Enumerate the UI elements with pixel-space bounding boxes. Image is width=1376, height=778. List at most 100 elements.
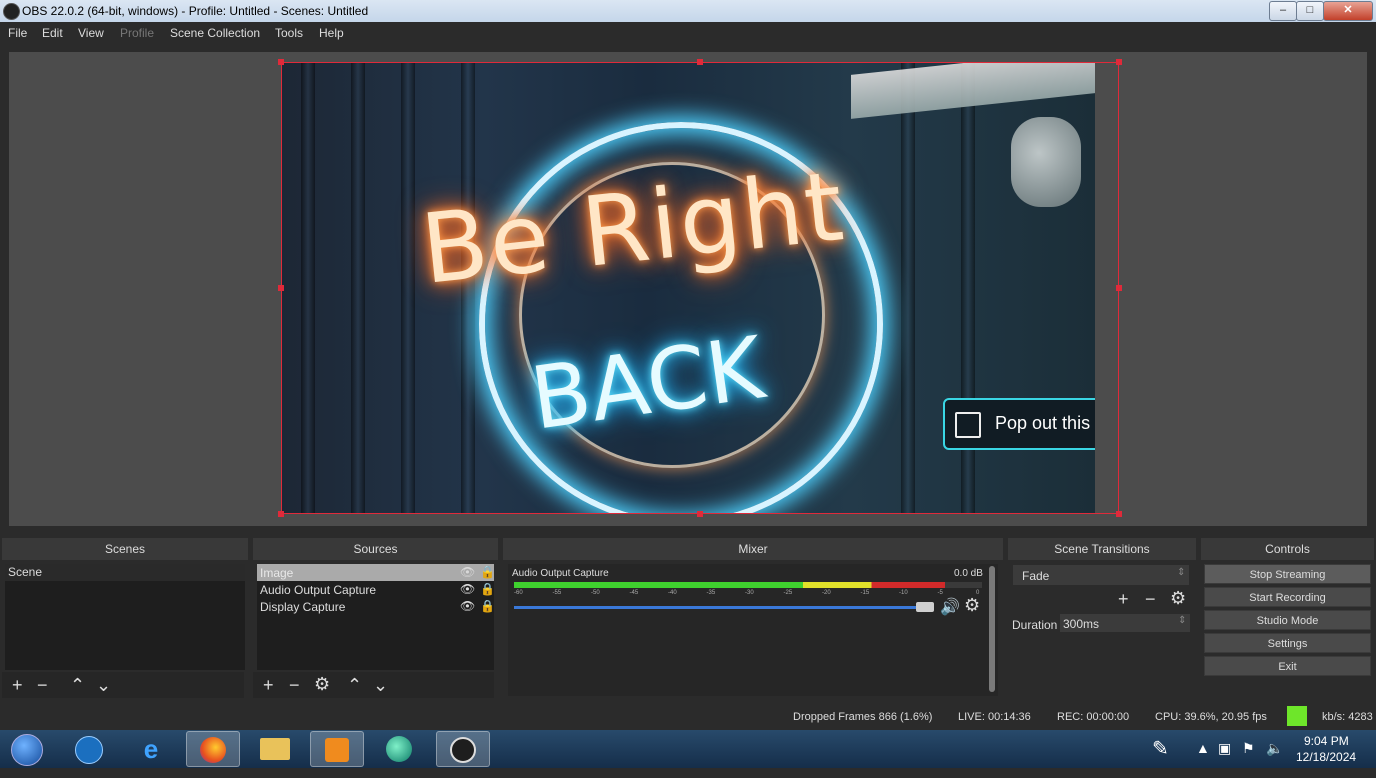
source-label: Image <box>260 566 294 580</box>
close-button[interactable]: ✕ <box>1323 1 1373 21</box>
exit-button[interactable]: Exit <box>1204 656 1371 676</box>
arrow-down-icon[interactable]: ⌄ <box>96 676 111 694</box>
plus-icon[interactable]: + <box>12 676 23 694</box>
title-bar: OBS 22.0.2 (64-bit, windows) - Profile: … <box>0 0 1376 22</box>
resize-handle[interactable] <box>1116 511 1122 517</box>
duration-value: 300ms <box>1063 617 1100 631</box>
flag-icon[interactable]: ⚑ <box>1242 740 1255 757</box>
resize-handle[interactable] <box>697 511 703 517</box>
mixer-scrollbar-thumb[interactable] <box>989 566 995 692</box>
audio-meter-level <box>514 582 945 588</box>
taskbar: e ✎ ▲ ▣ ⚑ 🔈 9:04 PM 12/18/2024 <box>0 730 1376 768</box>
source-selection-border[interactable] <box>281 62 1119 514</box>
mixer-dock: Mixer Audio Output Capture 0.0 dB -60 -5… <box>503 538 1003 700</box>
scene-item[interactable]: Scene <box>5 564 245 581</box>
minus-icon[interactable]: − <box>37 676 48 694</box>
network-icon[interactable]: ▣ <box>1218 740 1231 757</box>
arrow-up-icon[interactable]: ⌃ <box>347 676 362 694</box>
gear-icon[interactable]: ⚙ <box>964 595 980 616</box>
menu-view[interactable]: View <box>78 26 104 40</box>
controls-title: Controls <box>1201 538 1374 560</box>
menu-edit[interactable]: Edit <box>42 26 63 40</box>
show-hidden-icons-icon[interactable]: ▲ <box>1196 740 1210 756</box>
speaker-icon[interactable]: 🔊 <box>940 597 960 617</box>
stream-health-indicator <box>1287 706 1307 726</box>
eye-icon[interactable]: 👁 <box>460 565 475 579</box>
plus-icon[interactable]: + <box>263 676 274 694</box>
resize-handle[interactable] <box>1116 285 1122 291</box>
mixer-track-name: Audio Output Capture <box>512 568 609 579</box>
menu-profile[interactable]: Profile <box>120 26 154 40</box>
explorer-icon[interactable] <box>248 731 302 767</box>
menu-help[interactable]: Help <box>319 26 344 40</box>
resize-handle[interactable] <box>1116 59 1122 65</box>
resize-handle[interactable] <box>697 59 703 65</box>
eye-icon[interactable]: 👁 <box>460 582 475 596</box>
mixer-panel: Audio Output Capture 0.0 dB -60 -55 -50 … <box>508 564 998 696</box>
eye-icon[interactable]: 👁 <box>460 599 475 613</box>
action-center-icon[interactable]: ✎ <box>1152 736 1169 761</box>
transition-select[interactable]: Fade ⇕ <box>1013 565 1189 585</box>
folder-icon <box>260 738 290 760</box>
meter-tick: -55 <box>552 590 562 596</box>
source-item-image[interactable]: Image 👁 🔒 <box>257 564 495 581</box>
menu-file[interactable]: File <box>8 26 27 40</box>
sources-dock: Sources Image 👁 🔒 Audio Output Capture 👁… <box>253 538 498 700</box>
start-recording-button[interactable]: Start Recording <box>1204 587 1371 607</box>
obs-icon[interactable] <box>436 731 490 767</box>
stop-streaming-button[interactable]: Stop Streaming <box>1204 564 1371 584</box>
minimize-button[interactable]: – <box>1269 1 1297 21</box>
clock-time[interactable]: 9:04 PM <box>1304 734 1349 748</box>
duration-spinbox[interactable]: 300ms ⇕ <box>1060 614 1190 632</box>
minus-icon[interactable]: − <box>1145 590 1156 608</box>
lock-icon[interactable]: 🔒 <box>480 582 495 596</box>
studio-mode-button[interactable]: Studio Mode <box>1204 610 1371 630</box>
spin-arrows-icon[interactable]: ⇕ <box>1178 615 1186 626</box>
meter-tick: -45 <box>629 590 639 596</box>
volume-slider-handle[interactable] <box>916 602 934 612</box>
menu-bar: File Edit View Profile Scene Collection … <box>0 22 1376 44</box>
mixer-scrollbar[interactable] <box>989 566 995 692</box>
settings-button[interactable]: Settings <box>1204 633 1371 653</box>
resize-handle[interactable] <box>278 285 284 291</box>
globe-app-icon[interactable] <box>372 731 426 767</box>
gear-icon[interactable]: ⚙ <box>1170 589 1186 607</box>
meter-tick: -25 <box>783 590 793 596</box>
meter-tick: -50 <box>591 590 600 596</box>
sources-title: Sources <box>253 538 498 560</box>
meter-scale: -60 -55 -50 -45 -40 -35 -30 -25 -20 -15 … <box>514 590 982 600</box>
volume-icon[interactable]: 🔈 <box>1266 740 1283 757</box>
dropped-frames: Dropped Frames 866 (1.6%) <box>793 711 933 723</box>
start-orb[interactable] <box>0 731 54 767</box>
arrow-up-icon[interactable]: ⌃ <box>70 676 85 694</box>
resize-handle[interactable] <box>278 59 284 65</box>
duration-label: Duration <box>1012 618 1058 632</box>
obs-logo-icon <box>450 737 476 763</box>
lock-icon[interactable]: 🔒 <box>480 565 495 579</box>
media-player-icon[interactable] <box>310 731 364 767</box>
scene-transitions-title: Scene Transitions <box>1008 538 1196 560</box>
firefox-icon[interactable] <box>186 731 240 767</box>
scenes-list: Scene <box>5 564 245 670</box>
source-item-audio-output-capture[interactable]: Audio Output Capture 👁 🔒 <box>257 581 495 598</box>
volume-slider-track[interactable] <box>514 602 934 612</box>
gear-icon[interactable]: ⚙ <box>314 675 330 693</box>
lock-icon[interactable]: 🔒 <box>480 599 495 613</box>
transition-select-value: Fade <box>1022 569 1050 583</box>
menu-tools[interactable]: Tools <box>275 26 303 40</box>
hp-icon[interactable] <box>62 731 116 767</box>
menu-scene-collection[interactable]: Scene Collection <box>170 26 260 40</box>
maximize-button[interactable]: □ <box>1296 1 1324 21</box>
minus-icon[interactable]: − <box>289 676 300 694</box>
arrow-down-icon[interactable]: ⌄ <box>373 676 388 694</box>
meter-tick: -30 <box>745 590 754 596</box>
plus-icon[interactable]: + <box>1118 590 1129 608</box>
window-title: OBS 22.0.2 (64-bit, windows) - Profile: … <box>22 4 369 18</box>
ie-icon[interactable]: e <box>124 731 178 767</box>
source-item-display-capture[interactable]: Display Capture 👁 🔒 <box>257 598 495 615</box>
clock-date[interactable]: 12/18/2024 <box>1296 750 1356 764</box>
source-label: Display Capture <box>260 600 346 614</box>
play-icon <box>325 738 349 762</box>
resize-handle[interactable] <box>278 511 284 517</box>
sources-toolbar: + − ⚙ ⌃ ⌄ <box>253 672 494 698</box>
